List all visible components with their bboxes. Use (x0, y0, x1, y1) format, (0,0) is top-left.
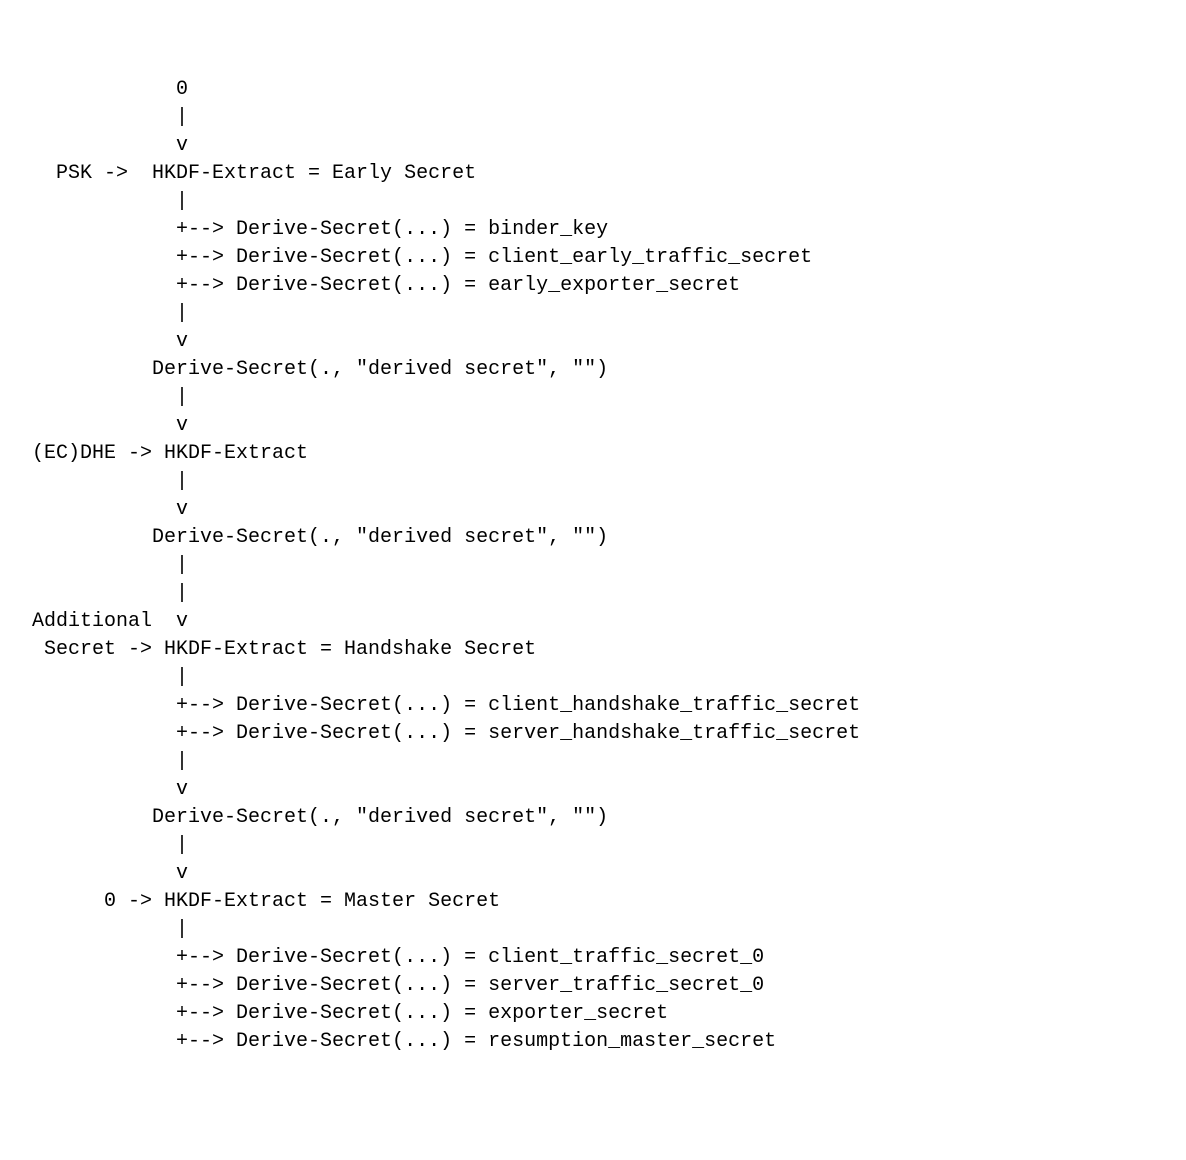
key-schedule-diagram: 0 | v PSK -> HKDF-Extract = Early Secret… (20, 76, 1166, 1056)
